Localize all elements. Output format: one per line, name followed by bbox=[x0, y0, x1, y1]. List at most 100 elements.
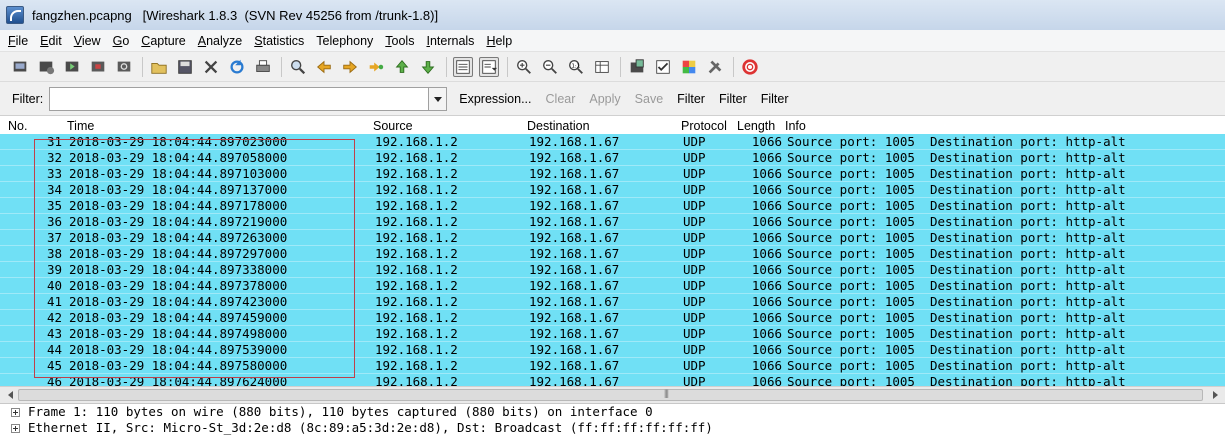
packet-row[interactable]: 34 2018-03-29 18:04:44.897137000 192.168.1… bbox=[0, 182, 1225, 198]
packet-cell-time: 2018-03-29 18:04:44.897103000 bbox=[69, 166, 288, 181]
packet-row[interactable]: 32 2018-03-29 18:04:44.897058000 192.168.1… bbox=[0, 150, 1225, 166]
column-header-time[interactable]: Time bbox=[67, 119, 94, 133]
detail-tree-label: Ethernet II, Src: Micro-St_3d:2e:d8 (8c:… bbox=[28, 420, 713, 435]
packet-cell-proto: UDP bbox=[683, 342, 706, 357]
coloring-rules-button[interactable] bbox=[679, 57, 699, 77]
help-button[interactable] bbox=[740, 57, 760, 77]
filter-button-3[interactable]: Filter bbox=[761, 92, 789, 106]
zoom-out-button[interactable] bbox=[540, 57, 560, 77]
column-header-length[interactable]: Length bbox=[737, 119, 775, 133]
column-header-info[interactable]: Info bbox=[785, 119, 806, 133]
go-forward-button[interactable] bbox=[340, 57, 360, 77]
packet-cell-proto: UDP bbox=[683, 246, 706, 261]
resize-columns-button[interactable] bbox=[592, 57, 612, 77]
menu-telephony[interactable]: Telephony bbox=[316, 34, 373, 48]
find-packet-button[interactable] bbox=[288, 57, 308, 77]
interface-list-button[interactable] bbox=[10, 57, 30, 77]
packet-row[interactable]: 33 2018-03-29 18:04:44.897103000 192.168.1… bbox=[0, 166, 1225, 182]
packet-cell-len: 1066 bbox=[751, 294, 782, 309]
menu-edit[interactable]: Edit bbox=[40, 34, 62, 48]
auto-scroll-button[interactable] bbox=[479, 57, 499, 77]
filter-button-2[interactable]: Filter bbox=[719, 92, 747, 106]
preferences-button[interactable] bbox=[705, 57, 725, 77]
packet-row[interactable]: 31 2018-03-29 18:04:44.897023000 192.168.1… bbox=[0, 134, 1225, 150]
packet-row[interactable]: 35 2018-03-29 18:04:44.897178000 192.168.1… bbox=[0, 198, 1225, 214]
packet-row[interactable]: 44 2018-03-29 18:04:44.897539000 192.168.1… bbox=[0, 342, 1225, 358]
go-first-button[interactable] bbox=[392, 57, 412, 77]
packet-cell-time: 2018-03-29 18:04:44.897137000 bbox=[69, 182, 288, 197]
detail-tree-item[interactable]: Ethernet II, Src: Micro-St_3d:2e:d8 (8c:… bbox=[0, 420, 1225, 436]
packet-row[interactable]: 40 2018-03-29 18:04:44.897378000 192.168.1… bbox=[0, 278, 1225, 294]
menu-statistics[interactable]: Statistics bbox=[254, 34, 304, 48]
colorize-button[interactable] bbox=[453, 57, 473, 77]
packet-cell-len: 1066 bbox=[751, 230, 782, 245]
menu-file[interactable]: File bbox=[8, 34, 28, 48]
reload-button[interactable] bbox=[227, 57, 247, 77]
menu-mnemonic: C bbox=[141, 33, 151, 48]
expression-button[interactable]: Expression... bbox=[459, 92, 531, 106]
packet-cell-no: 34 bbox=[46, 182, 62, 197]
print-button[interactable] bbox=[253, 57, 273, 77]
filter-button-1[interactable]: Filter bbox=[677, 92, 705, 106]
menu-internals[interactable]: Internals bbox=[426, 34, 474, 48]
go-to-packet-button[interactable] bbox=[366, 57, 386, 77]
filter-history-dropdown[interactable] bbox=[429, 87, 448, 111]
packet-cell-info: Source port: 1005 Destination port: http… bbox=[787, 262, 1126, 277]
stop-capture-button[interactable] bbox=[88, 57, 108, 77]
column-header-no[interactable]: No. bbox=[8, 119, 27, 133]
menu-tools[interactable]: Tools bbox=[385, 34, 414, 48]
scroll-left-arrow-icon[interactable] bbox=[2, 388, 18, 402]
packet-cell-time: 2018-03-29 18:04:44.897338000 bbox=[69, 262, 288, 277]
packet-row[interactable]: 41 2018-03-29 18:04:44.897423000 192.168.1… bbox=[0, 294, 1225, 310]
packet-row[interactable]: 43 2018-03-29 18:04:44.897498000 192.168.1… bbox=[0, 326, 1225, 342]
menu-go[interactable]: Go bbox=[113, 34, 130, 48]
save-file-button[interactable] bbox=[175, 57, 195, 77]
go-last-button[interactable] bbox=[418, 57, 438, 77]
display-filter-input[interactable] bbox=[49, 87, 430, 111]
menu-analyze[interactable]: Analyze bbox=[198, 34, 242, 48]
start-capture-button[interactable] bbox=[62, 57, 82, 77]
go-back-button[interactable] bbox=[314, 57, 334, 77]
scrollbar-thumb[interactable] bbox=[18, 388, 1203, 401]
display-filters-button[interactable] bbox=[653, 57, 673, 77]
packet-row[interactable]: 36 2018-03-29 18:04:44.897219000 192.168.1… bbox=[0, 214, 1225, 230]
capture-filters-button[interactable] bbox=[627, 57, 647, 77]
open-file-button[interactable] bbox=[149, 57, 169, 77]
menu-view[interactable]: View bbox=[74, 34, 101, 48]
close-file-button[interactable] bbox=[201, 57, 221, 77]
packet-cell-dst: 192.168.1.67 bbox=[529, 166, 620, 181]
clear-button[interactable]: Clear bbox=[546, 92, 576, 106]
column-header-source[interactable]: Source bbox=[373, 119, 413, 133]
packet-cell-info: Source port: 1005 Destination port: http… bbox=[787, 342, 1126, 357]
capture-options-button[interactable] bbox=[36, 57, 56, 77]
zoom-in-button[interactable] bbox=[514, 57, 534, 77]
horizontal-scrollbar[interactable] bbox=[0, 386, 1225, 403]
menu-capture[interactable]: Capture bbox=[141, 34, 185, 48]
packet-row[interactable]: 39 2018-03-29 18:04:44.897338000 192.168.1… bbox=[0, 262, 1225, 278]
interface-list-icon bbox=[13, 61, 27, 72]
expand-plus-icon[interactable] bbox=[11, 424, 20, 433]
go-back-icon bbox=[317, 60, 331, 74]
packet-row[interactable]: 42 2018-03-29 18:04:44.897459000 192.168.1… bbox=[0, 310, 1225, 326]
packet-row[interactable]: 45 2018-03-29 18:04:44.897580000 192.168.1… bbox=[0, 358, 1225, 374]
column-header-destination[interactable]: Destination bbox=[527, 119, 590, 133]
zoom-normal-button[interactable]: 1:1 bbox=[566, 57, 586, 77]
packet-row[interactable]: 37 2018-03-29 18:04:44.897263000 192.168.1… bbox=[0, 230, 1225, 246]
packet-cell-src: 192.168.1.2 bbox=[375, 374, 458, 386]
expand-plus-icon[interactable] bbox=[11, 408, 20, 417]
packet-cell-time: 2018-03-29 18:04:44.897459000 bbox=[69, 310, 288, 325]
scroll-right-arrow-icon[interactable] bbox=[1207, 388, 1223, 402]
save-button[interactable]: Save bbox=[635, 92, 664, 106]
wireshark-fin-icon bbox=[6, 6, 24, 24]
menu-label: iew bbox=[81, 33, 101, 48]
go-last-icon bbox=[421, 61, 435, 74]
column-header-protocol[interactable]: Protocol bbox=[681, 119, 727, 133]
menu-help[interactable]: Help bbox=[486, 34, 512, 48]
packet-row[interactable]: 46 2018-03-29 18:04:44.897624000 192.168.1… bbox=[0, 374, 1225, 386]
packet-cell-no: 33 bbox=[46, 166, 62, 181]
detail-tree-item[interactable]: Frame 1: 110 bytes on wire (880 bits), 1… bbox=[0, 404, 1225, 420]
apply-button[interactable]: Apply bbox=[589, 92, 620, 106]
packet-row[interactable]: 38 2018-03-29 18:04:44.897297000 192.168.1… bbox=[0, 246, 1225, 262]
packet-cell-src: 192.168.1.2 bbox=[375, 262, 458, 277]
restart-capture-button[interactable] bbox=[114, 57, 134, 77]
